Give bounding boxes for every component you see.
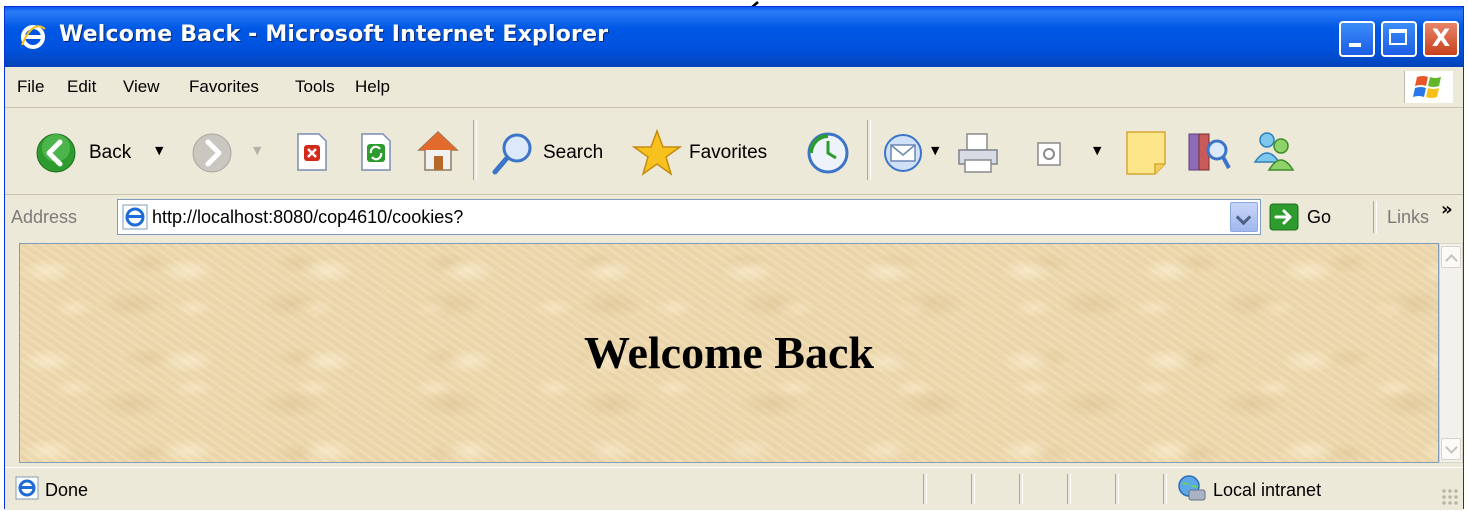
history-icon[interactable] (805, 130, 851, 176)
forward-dropdown-icon[interactable]: ▼ (253, 144, 261, 157)
back-arrow-icon (36, 133, 76, 173)
page-heading: Welcome Back (584, 327, 874, 378)
mail-dropdown-icon[interactable]: ▼ (931, 144, 939, 157)
go-arrow-icon[interactable] (1269, 203, 1299, 231)
stop-icon[interactable] (295, 132, 329, 172)
page-done-icon (15, 476, 39, 500)
address-label: Address (11, 207, 78, 227)
edit-icon[interactable] (1035, 140, 1063, 168)
vertical-scrollbar[interactable] (1439, 243, 1463, 463)
close-icon: X (1431, 24, 1451, 52)
standard-toolbar: Back ▼ ▼ Search Favorites ▼ ▼ (5, 108, 1463, 195)
address-bar: Address http://localhost:8080/cop4610/co… (5, 195, 1463, 241)
status-pane-divider (1115, 474, 1119, 504)
search-label: Search (543, 142, 604, 163)
mail-icon[interactable] (881, 132, 929, 174)
ie-logo-icon (21, 25, 46, 49)
local-intranet-icon (1178, 475, 1206, 501)
back-dropdown-icon[interactable]: ▼ (155, 144, 163, 157)
search-icon (492, 133, 532, 175)
page-content: Welcome Back (19, 243, 1439, 463)
close-button[interactable]: X (1423, 21, 1459, 57)
status-text: Done (45, 480, 89, 500)
print-icon[interactable] (955, 130, 1001, 176)
address-dropdown-button[interactable] (1230, 202, 1258, 232)
toolbar-separator (473, 120, 477, 180)
scroll-down-button[interactable] (1441, 438, 1461, 460)
menu-file[interactable]: File (17, 77, 44, 97)
favorites-star-icon (631, 128, 683, 176)
address-url[interactable]: http://localhost:8080/cop4610/cookies? (152, 207, 463, 228)
status-pane-divider (1163, 474, 1167, 504)
menu-bar: File Edit View Favorites Tools Help (5, 67, 1463, 108)
page-icon (122, 204, 148, 230)
refresh-icon[interactable] (359, 132, 393, 172)
maximize-button[interactable] (1381, 21, 1417, 57)
menu-edit[interactable]: Edit (67, 77, 96, 97)
security-zone-label: Local intranet (1213, 480, 1322, 500)
status-pane-divider (971, 474, 975, 504)
links-button[interactable]: Links (1387, 207, 1429, 228)
status-pane-divider (1067, 474, 1071, 504)
menu-tools[interactable]: Tools (295, 77, 335, 97)
menu-view[interactable]: View (123, 77, 160, 97)
notes-icon[interactable] (1123, 128, 1169, 176)
menu-help[interactable]: Help (355, 77, 390, 97)
minimize-button[interactable] (1339, 21, 1375, 57)
messenger-icon[interactable] (1249, 128, 1299, 174)
menu-favorites[interactable]: Favorites (189, 77, 259, 97)
status-pane-divider (923, 474, 927, 504)
status-bar: Done Local intranet (5, 467, 1463, 510)
research-icon[interactable] (1185, 128, 1233, 176)
title-bar[interactable]: Welcome Back - Microsoft Internet Explor… (5, 7, 1463, 67)
windows-logo-icon (1404, 71, 1453, 103)
address-input[interactable]: http://localhost:8080/cop4610/cookies? (117, 199, 1261, 235)
edit-dropdown-icon[interactable]: ▼ (1093, 144, 1101, 157)
window-title: Welcome Back - Microsoft Internet Explor… (59, 22, 609, 47)
resize-grip[interactable] (1441, 488, 1459, 506)
browser-window: Welcome Back - Microsoft Internet Explor… (4, 6, 1464, 510)
favorites-label: Favorites (689, 142, 768, 163)
scroll-up-button[interactable] (1441, 246, 1461, 268)
forward-arrow-icon[interactable] (191, 132, 233, 174)
toolbar-separator (867, 120, 871, 180)
home-icon[interactable] (415, 128, 461, 174)
chevron-right-icon[interactable]: » (1441, 199, 1453, 220)
go-button-label[interactable]: Go (1307, 207, 1331, 228)
links-separator (1373, 201, 1377, 233)
status-pane-divider (1019, 474, 1023, 504)
back-label: Back (89, 142, 132, 163)
